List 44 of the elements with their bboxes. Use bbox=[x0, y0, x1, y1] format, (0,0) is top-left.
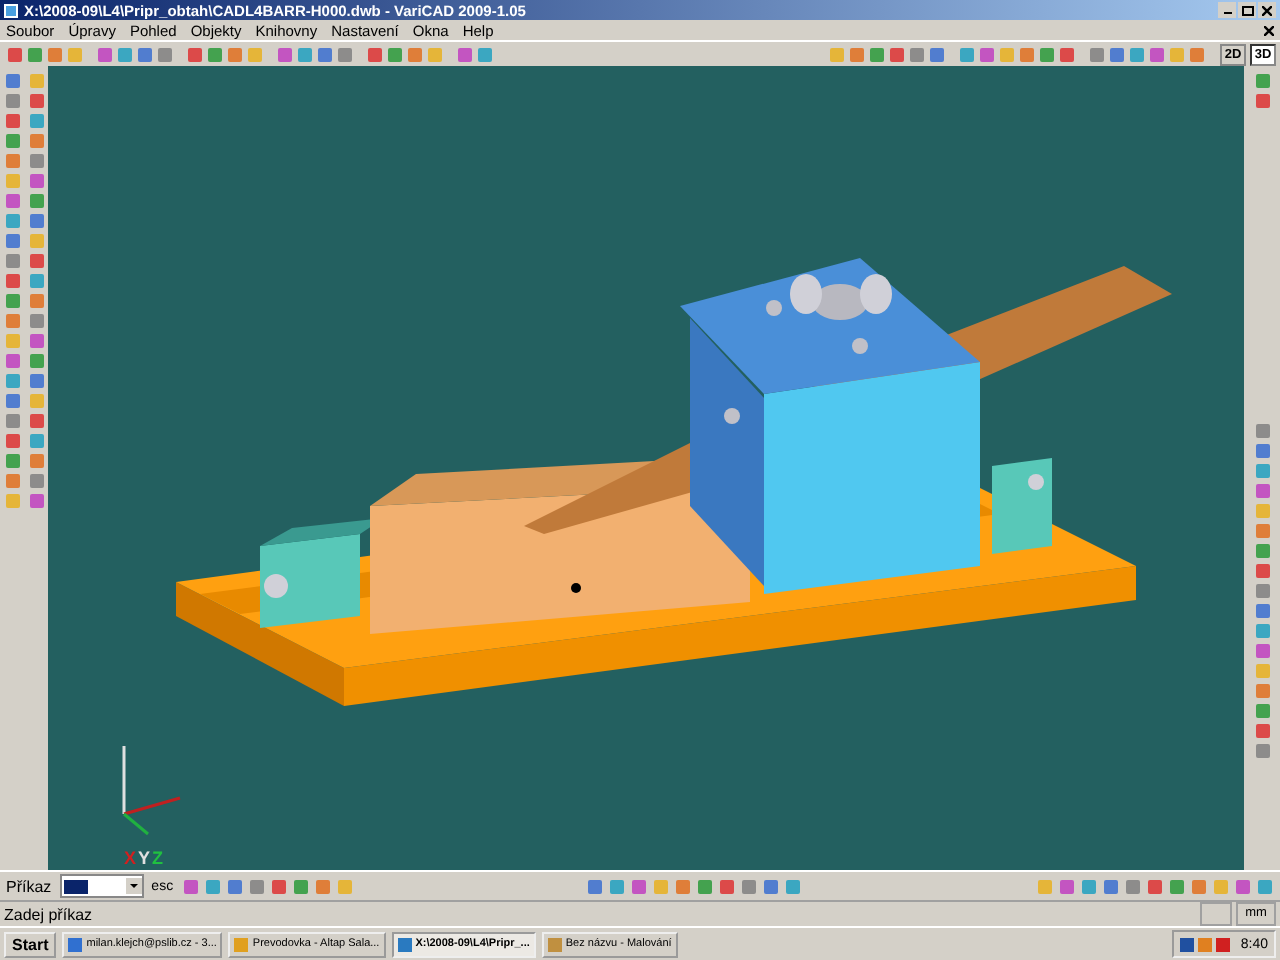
tool-icon[interactable] bbox=[335, 876, 356, 896]
tool-icon[interactable] bbox=[629, 876, 650, 896]
app-icon bbox=[4, 3, 18, 17]
axis-label: Z bbox=[152, 848, 164, 868]
tool-icon[interactable] bbox=[1034, 876, 1055, 896]
dropdown-arrow-icon[interactable] bbox=[125, 878, 142, 894]
axis-label: Y bbox=[138, 848, 151, 868]
tool-icon[interactable] bbox=[225, 876, 246, 896]
tool-icon[interactable] bbox=[313, 876, 334, 896]
minimize-icon[interactable] bbox=[1218, 2, 1236, 18]
command-label: Příkaz bbox=[6, 877, 52, 895]
close-icon[interactable] bbox=[1264, 25, 1274, 35]
tool-icon[interactable] bbox=[1254, 876, 1275, 896]
tool-icon[interactable] bbox=[291, 876, 312, 896]
tool-icon[interactable] bbox=[1100, 876, 1121, 896]
axis-label: X bbox=[124, 848, 137, 868]
tool-icon[interactable] bbox=[1078, 876, 1099, 896]
close-icon[interactable] bbox=[1258, 2, 1276, 18]
tool-icon[interactable] bbox=[1122, 876, 1143, 896]
tool-icon[interactable] bbox=[1210, 876, 1231, 896]
axis-icon bbox=[122, 746, 181, 836]
tool-icon[interactable] bbox=[607, 876, 628, 896]
tool-icon[interactable] bbox=[1188, 876, 1209, 896]
tool-icon[interactable] bbox=[695, 876, 716, 896]
tool-icon[interactable] bbox=[1232, 876, 1253, 896]
tool-icon[interactable] bbox=[585, 876, 606, 896]
tool-icon[interactable] bbox=[269, 876, 290, 896]
tool-icon[interactable] bbox=[651, 876, 672, 896]
status-prompt: Zadej příkaz bbox=[4, 905, 95, 923]
tool-icon[interactable] bbox=[203, 876, 224, 896]
command-field[interactable] bbox=[59, 874, 144, 898]
tool-icon[interactable] bbox=[673, 876, 694, 896]
tool-icon[interactable] bbox=[739, 876, 760, 896]
start-button[interactable]: Start bbox=[4, 931, 57, 957]
tool-icon[interactable] bbox=[1056, 876, 1077, 896]
tool-icon[interactable] bbox=[783, 876, 804, 896]
tool-icon[interactable] bbox=[717, 876, 738, 896]
tool-icon[interactable] bbox=[1166, 876, 1187, 896]
tool-icon[interactable] bbox=[761, 876, 782, 896]
viewport-canvas[interactable]: XYZ bbox=[48, 66, 1244, 870]
tool-icon[interactable] bbox=[247, 876, 268, 896]
tool-icon[interactable] bbox=[181, 876, 202, 896]
tool-icon[interactable] bbox=[1144, 876, 1165, 896]
restore-icon[interactable] bbox=[1238, 2, 1256, 18]
